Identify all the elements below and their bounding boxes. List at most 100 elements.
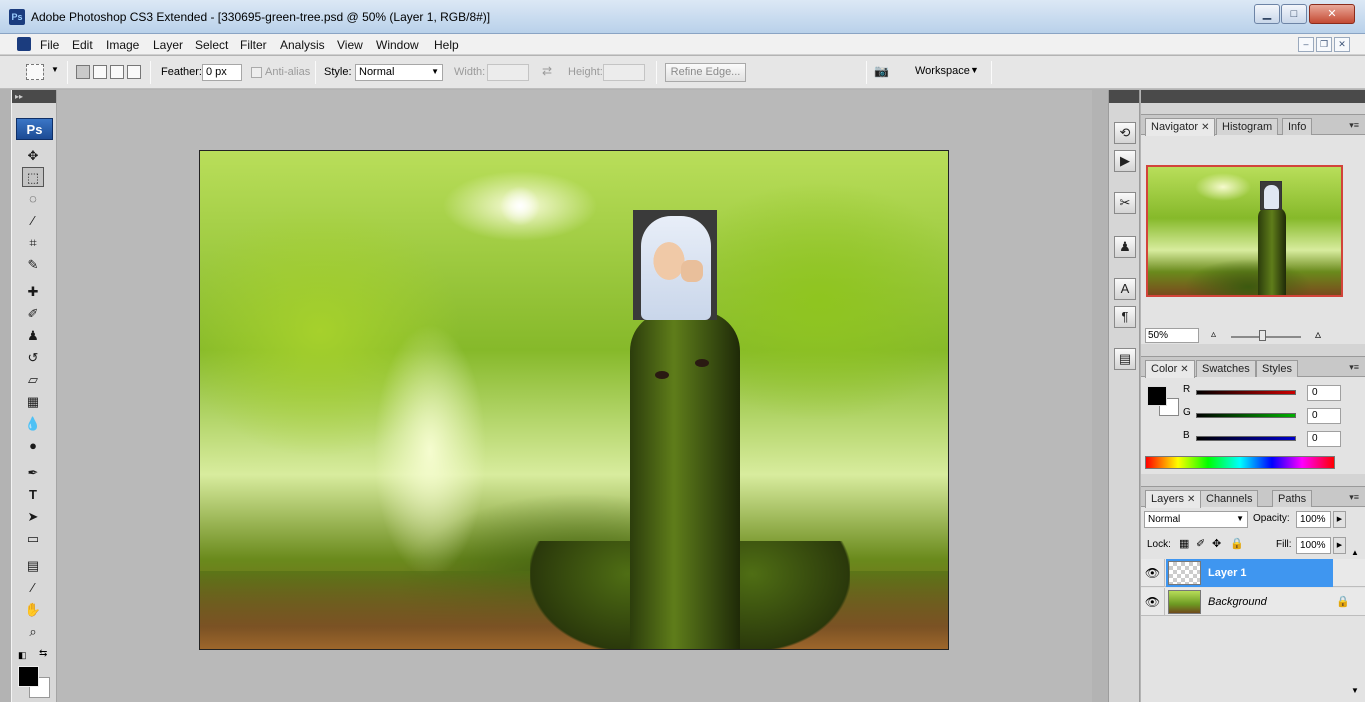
foreground-color-swatch[interactable] bbox=[18, 666, 39, 687]
swap-dimensions-icon[interactable]: ⇄ bbox=[542, 64, 552, 78]
lasso-tool[interactable]: ◌ bbox=[22, 189, 44, 209]
fill-input[interactable]: 100% bbox=[1296, 537, 1331, 554]
document-canvas[interactable] bbox=[199, 150, 949, 650]
layer-visibility-eye-icon[interactable]: 👁 bbox=[1141, 588, 1165, 616]
feather-input[interactable]: 0 px bbox=[202, 64, 242, 81]
notes-tool[interactable]: ▤ bbox=[22, 556, 44, 576]
panel-menu-icon[interactable]: ▾≡ bbox=[1349, 362, 1359, 373]
slice-tool[interactable]: ✎ bbox=[22, 255, 44, 275]
close-icon[interactable]: ✕ bbox=[1201, 122, 1209, 133]
layer-name-area[interactable]: Layer 1 bbox=[1166, 559, 1333, 587]
tab-channels[interactable]: Channels bbox=[1200, 490, 1259, 507]
minimize-button[interactable]: ▁ bbox=[1254, 4, 1280, 24]
menu-layer[interactable]: Layer bbox=[153, 38, 183, 52]
panel-menu-icon[interactable]: ▾≡ bbox=[1349, 120, 1359, 131]
add-selection-mode[interactable] bbox=[93, 65, 107, 79]
pen-tool[interactable]: ✒ bbox=[22, 463, 44, 483]
type-tool[interactable]: T bbox=[22, 485, 44, 505]
hand-tool[interactable]: ✋ bbox=[22, 600, 44, 620]
eraser-tool[interactable]: ▱ bbox=[22, 370, 44, 390]
close-icon[interactable]: ✕ bbox=[1180, 364, 1188, 375]
menu-analysis[interactable]: Analysis bbox=[280, 38, 325, 52]
history-panel-icon[interactable]: ⟲ bbox=[1114, 122, 1136, 144]
b-value-input[interactable]: 0 bbox=[1307, 431, 1341, 447]
zoom-input[interactable]: 50% bbox=[1145, 328, 1199, 343]
toolbox-collapse-icon[interactable]: ▸▸ bbox=[12, 90, 56, 103]
layer-visibility-eye-icon[interactable]: 👁 bbox=[1141, 559, 1165, 587]
swap-colors-icon[interactable]: ⇆ bbox=[39, 648, 47, 659]
clone-stamp-tool[interactable]: ♟ bbox=[22, 326, 44, 346]
dodge-tool[interactable]: ● bbox=[22, 436, 44, 456]
intersect-selection-mode[interactable] bbox=[127, 65, 141, 79]
preset-dropdown-arrow-icon[interactable]: ▼ bbox=[51, 65, 59, 74]
clone-source-panel-icon[interactable]: ♟ bbox=[1114, 236, 1136, 258]
move-tool[interactable]: ✥ bbox=[22, 146, 44, 166]
anti-alias-checkbox[interactable] bbox=[251, 67, 262, 78]
opacity-input[interactable]: 100% bbox=[1296, 511, 1331, 528]
blend-mode-select[interactable]: Normal ▼ bbox=[1144, 511, 1248, 528]
maximize-button[interactable]: □ bbox=[1281, 4, 1307, 24]
zoom-slider-handle[interactable] bbox=[1259, 330, 1266, 341]
zoom-tool[interactable]: ⌕ bbox=[22, 622, 44, 642]
paragraph-panel-icon[interactable]: ¶ bbox=[1114, 306, 1136, 328]
width-input[interactable] bbox=[487, 64, 529, 81]
document-icon[interactable] bbox=[17, 37, 31, 51]
magic-wand-tool[interactable]: ⁄ bbox=[22, 211, 44, 231]
layer-comps-panel-icon[interactable]: ▤ bbox=[1114, 348, 1136, 370]
brush-tool[interactable]: ✐ bbox=[22, 304, 44, 324]
fill-slider-arrow-icon[interactable]: ▶ bbox=[1333, 537, 1346, 554]
g-slider[interactable] bbox=[1196, 413, 1296, 418]
scroll-up-icon[interactable]: ▲ bbox=[1351, 548, 1359, 557]
rect-marquee-tool[interactable]: ⬚ bbox=[22, 167, 44, 187]
close-button[interactable]: ✕ bbox=[1309, 4, 1355, 24]
zoom-in-icon[interactable]: ▵ bbox=[1315, 327, 1321, 341]
blur-tool[interactable]: 💧 bbox=[22, 414, 44, 434]
new-selection-mode[interactable] bbox=[76, 65, 90, 79]
tab-color[interactable]: Color ✕ bbox=[1145, 360, 1195, 378]
lock-all-icon[interactable]: 🔒 bbox=[1230, 537, 1244, 550]
menu-image[interactable]: Image bbox=[106, 38, 139, 52]
tab-styles[interactable]: Styles bbox=[1256, 360, 1298, 377]
zoom-slider-track[interactable] bbox=[1231, 336, 1301, 338]
subtract-selection-mode[interactable] bbox=[110, 65, 124, 79]
character-panel-icon[interactable]: A bbox=[1114, 278, 1136, 300]
photoshop-logo[interactable]: Ps bbox=[16, 118, 53, 140]
path-selection-tool[interactable]: ➤ bbox=[22, 507, 44, 527]
b-slider[interactable] bbox=[1196, 436, 1296, 441]
history-brush-tool[interactable]: ↺ bbox=[22, 348, 44, 368]
tool-presets-panel-icon[interactable]: ✂ bbox=[1114, 192, 1136, 214]
color-panel-foreground-swatch[interactable] bbox=[1147, 386, 1167, 406]
refine-edge-button[interactable]: Refine Edge... bbox=[665, 63, 746, 82]
tab-navigator[interactable]: Navigator ✕ bbox=[1145, 118, 1216, 136]
menu-edit[interactable]: Edit bbox=[72, 38, 93, 52]
menu-select[interactable]: Select bbox=[195, 38, 228, 52]
lock-transparency-icon[interactable]: ▦ bbox=[1179, 537, 1189, 550]
lock-pixels-icon[interactable]: ✐ bbox=[1196, 537, 1205, 550]
menu-file[interactable]: File bbox=[40, 38, 59, 52]
crop-tool[interactable]: ⌗ bbox=[22, 233, 44, 253]
tool-preset-picker[interactable] bbox=[26, 64, 44, 80]
tab-paths[interactable]: Paths bbox=[1272, 490, 1313, 507]
navigator-preview[interactable] bbox=[1146, 165, 1343, 297]
gradient-tool[interactable]: ▦ bbox=[22, 392, 44, 412]
healing-brush-tool[interactable]: ✚ bbox=[22, 282, 44, 302]
panel-menu-icon[interactable]: ▾≡ bbox=[1349, 492, 1359, 503]
tab-layers[interactable]: Layers ✕ bbox=[1145, 490, 1202, 508]
style-select[interactable]: Normal ▼ bbox=[355, 64, 443, 81]
scroll-down-icon[interactable]: ▼ bbox=[1351, 686, 1359, 695]
zoom-out-icon[interactable]: ▵ bbox=[1211, 329, 1216, 340]
r-slider[interactable] bbox=[1196, 390, 1296, 395]
lock-position-icon[interactable]: ✥ bbox=[1212, 537, 1221, 550]
menu-help[interactable]: Help bbox=[434, 38, 459, 52]
workspace-button[interactable]: Workspace bbox=[915, 65, 970, 77]
rectangle-shape-tool[interactable]: ▭ bbox=[22, 529, 44, 549]
layer-name-area[interactable]: Background 🔒 bbox=[1166, 588, 1350, 616]
menu-window[interactable]: Window bbox=[376, 38, 419, 52]
r-value-input[interactable]: 0 bbox=[1307, 385, 1341, 401]
color-spectrum-ramp[interactable] bbox=[1145, 456, 1335, 469]
opacity-slider-arrow-icon[interactable]: ▶ bbox=[1333, 511, 1346, 528]
doc-minimize-button[interactable]: – bbox=[1298, 37, 1314, 52]
menu-filter[interactable]: Filter bbox=[240, 38, 267, 52]
layer-1-photo[interactable] bbox=[633, 210, 717, 320]
actions-panel-icon[interactable]: ▶ bbox=[1114, 150, 1136, 172]
